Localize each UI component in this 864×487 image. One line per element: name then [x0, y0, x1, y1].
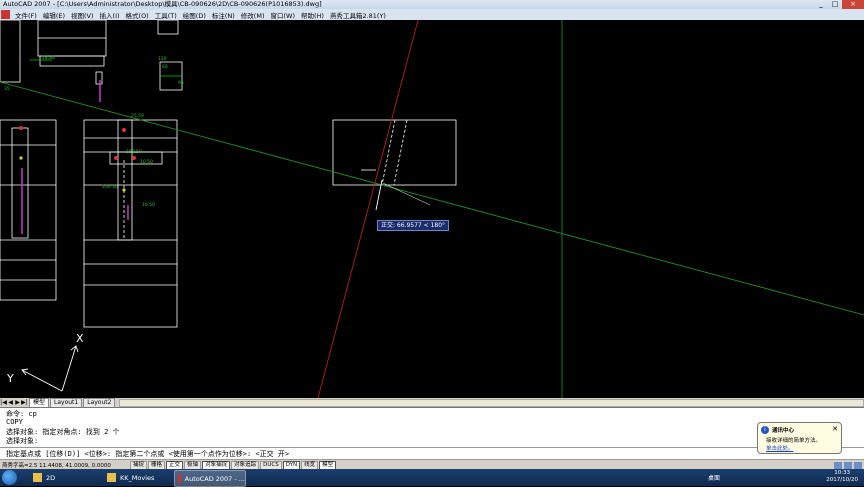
- menu-format[interactable]: 格式(O): [123, 10, 152, 20]
- maximize-button[interactable]: □: [828, 0, 842, 9]
- clean-screen-icon[interactable]: [854, 461, 862, 469]
- tab-layout2[interactable]: Layout2: [83, 398, 116, 407]
- desktop-toolbar-label[interactable]: 桌面: [708, 473, 720, 482]
- clock-time: 10:33: [834, 470, 851, 476]
- balloon-text: 接收详细的简单方法。: [766, 438, 822, 444]
- start-button[interactable]: [2, 470, 17, 485]
- close-button[interactable]: ×: [842, 0, 864, 9]
- command-window: 命令: cp COPY 选择对象: 指定对角点: 找到 2 个 选择对象: 指定…: [0, 407, 864, 460]
- taskbar-item-2d[interactable]: 2D: [30, 470, 90, 485]
- horizontal-scrollbar[interactable]: [119, 398, 864, 407]
- command-prompt[interactable]: 指定基点或 [位移(D)] <位移>: 指定第二个点或 <使用第一个点作为位移>…: [0, 447, 864, 459]
- layout-tab-bar: |◀ ◀ ▶ ▶| 模型 Layout1 Layout2: [0, 398, 864, 407]
- balloon-link[interactable]: 单击此处。: [766, 444, 794, 452]
- drawing-canvas[interactable]: 28.84 25.59 120 60 95 166.50 16.50 200.5…: [0, 20, 864, 398]
- folder-icon: [33, 473, 42, 482]
- menu-view[interactable]: 视图(V): [68, 10, 97, 20]
- taskbar-item-label: AutoCAD 2007 - ...: [184, 474, 245, 483]
- dim-text: 10.50: [140, 159, 153, 165]
- taskbar-item-label: 2D: [46, 473, 56, 482]
- dim-text: 60: [162, 64, 168, 70]
- menu-tools[interactable]: 工具(T): [152, 10, 180, 20]
- menu-edit[interactable]: 编辑(E): [40, 10, 68, 20]
- taskbar-item-label: KK_Movies: [120, 473, 155, 482]
- menu-file[interactable]: 文件(F): [12, 10, 40, 20]
- status-tray: [834, 461, 864, 469]
- title-bar: AutoCAD 2007 - [C:\Users\Administrator\D…: [0, 0, 864, 9]
- cad-drawing: 28.84 25.59 120 60 95 166.50 16.50 200.5…: [0, 20, 864, 398]
- dim-text: 95: [178, 80, 184, 86]
- menu-yanxiu-toolbox[interactable]: 燕秀工具箱2.81(Y): [327, 10, 389, 20]
- dim-text: 28.84: [42, 55, 55, 61]
- menu-help[interactable]: 帮助(H): [298, 10, 327, 20]
- tab-nav-prev[interactable]: ◀: [7, 399, 14, 406]
- lock-icon[interactable]: [834, 461, 842, 469]
- system-clock[interactable]: 10:33 2017/10/20: [826, 470, 858, 484]
- ucs-icon: [21, 345, 79, 392]
- ucs-x-label: X: [76, 332, 84, 345]
- minimize-button[interactable]: _: [814, 0, 828, 9]
- command-history-line: COPY: [6, 418, 23, 426]
- menu-window[interactable]: 窗口(W): [267, 10, 298, 20]
- window-title: AutoCAD 2007 - [C:\Users\Administrator\D…: [3, 0, 322, 8]
- ucs-y-label: Y: [6, 372, 14, 385]
- dim-text: 35: [4, 86, 10, 92]
- communication-center-balloon: i 通讯中心 ✕ 接收详细的简单方法。 单击此处。: [757, 422, 842, 454]
- menu-dimension[interactable]: 标注(N): [209, 10, 238, 20]
- tab-nav-first[interactable]: |◀: [0, 399, 7, 406]
- taskbar-item-autocad[interactable]: AutoCAD 2007 - ...: [174, 470, 246, 487]
- clock-date: 2017/10/20: [826, 477, 858, 483]
- menu-modify[interactable]: 修改(M): [238, 10, 268, 20]
- dynamic-input-tooltip: 正交: 66.9577 < 180°: [377, 220, 450, 231]
- autocad-icon: [178, 474, 181, 483]
- menu-draw[interactable]: 绘图(D): [180, 10, 209, 20]
- tab-layout1[interactable]: Layout1: [50, 398, 83, 407]
- taskbar-item-kk-movies[interactable]: KK_Movies: [104, 470, 166, 485]
- tab-nav-next[interactable]: ▶: [14, 399, 21, 406]
- window-controls: _ □ ×: [814, 0, 864, 9]
- dim-text: 25.59: [131, 113, 144, 119]
- command-history-line: 选择对象:: [6, 437, 39, 445]
- dim-text: 120: [158, 56, 167, 62]
- tab-nav-last[interactable]: ▶|: [21, 399, 28, 406]
- autocad-app-icon[interactable]: [1, 10, 10, 19]
- balloon-close-icon[interactable]: ✕: [832, 425, 838, 433]
- info-icon: i: [761, 426, 769, 434]
- dim-text: 166.50: [126, 149, 142, 155]
- tab-model[interactable]: 模型: [29, 398, 50, 407]
- cursor-coordinates: 燕秀字高=2.5 11.4408, 41.0009, 0.0000: [2, 463, 111, 469]
- dim-text: 16.50: [142, 202, 155, 208]
- menu-insert[interactable]: 插入(I): [97, 10, 123, 20]
- dim-text: 200.50: [102, 184, 118, 190]
- command-prompt-text: 指定基点或 [位移(D)] <位移>: 指定第二个点或 <使用第一个点作为位移>…: [6, 450, 290, 458]
- folder-icon: [107, 473, 116, 482]
- comm-center-icon[interactable]: [844, 461, 852, 469]
- balloon-title: 通讯中心: [772, 428, 795, 434]
- windows-taskbar: 2D KK_Movies AutoCAD 2007 - ... 桌面 10:33…: [0, 469, 864, 487]
